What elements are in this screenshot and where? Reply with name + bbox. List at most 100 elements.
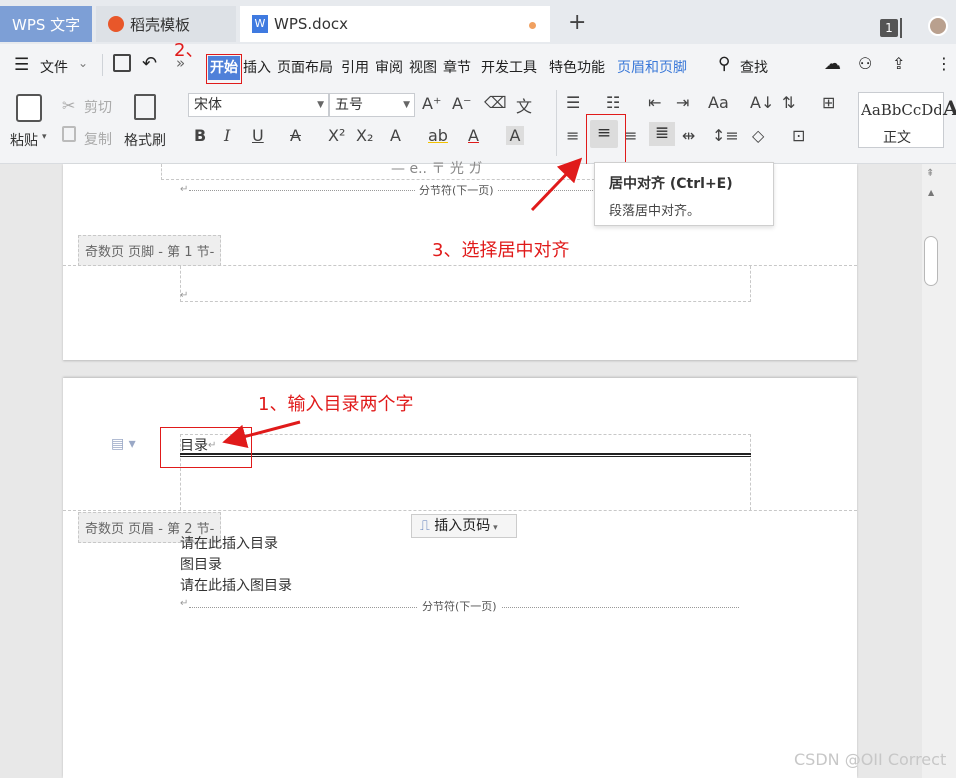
grow-font-icon[interactable]: A⁺	[422, 94, 441, 113]
divider	[556, 90, 557, 156]
format-painter-button[interactable]: 格式刷	[124, 130, 166, 150]
table-grid-icon[interactable]: ⊞	[822, 93, 835, 112]
scroll-up-icon[interactable]: ▲	[928, 188, 934, 197]
menu-search[interactable]: 查找	[740, 57, 768, 77]
doc-outline-icon[interactable]: ▤ ▾	[111, 436, 136, 452]
cloud-sync-icon[interactable]: ☁	[824, 54, 841, 74]
phonetic-guide-icon[interactable]: 文	[516, 93, 532, 117]
search-icon[interactable]: ⚲	[718, 54, 730, 74]
sort-icon[interactable]: A↓	[750, 93, 774, 112]
superscript-icon[interactable]: X²	[328, 126, 345, 145]
tooltip-description: 段落居中对齐。	[609, 204, 701, 219]
add-user-icon[interactable]: ⚇	[858, 54, 872, 73]
window-count-badge[interactable]: 1	[880, 19, 898, 37]
scrollbar-thumb[interactable]	[924, 236, 938, 286]
paragraph-mark-icon: ↵	[180, 184, 189, 195]
decrease-indent-icon[interactable]: ⇤	[648, 93, 661, 112]
header-boundary-line	[63, 510, 857, 511]
menu-review[interactable]: 审阅	[375, 57, 403, 77]
insert-page-number-button[interactable]: ⎍ 插入页码 ▾	[411, 514, 517, 538]
copy-icon[interactable]	[62, 126, 76, 142]
tab-daoke-templates[interactable]: 稻壳模板	[96, 6, 236, 42]
odd-footer-label: 奇数页 页脚 - 第 1 节-	[78, 235, 222, 266]
paste-icon[interactable]	[16, 94, 42, 122]
menu-start[interactable]: 开始	[208, 56, 240, 80]
watermark: CSDN @OII Correct	[794, 750, 947, 769]
new-tab-button[interactable]: +	[568, 10, 586, 35]
char-shading-icon[interactable]: A	[506, 126, 524, 145]
cut-icon[interactable]: ✂	[62, 96, 75, 115]
menu-view[interactable]: 视图	[409, 57, 437, 77]
header-box	[180, 434, 751, 510]
paragraph-spacing-icon[interactable]: ↕≡	[712, 126, 739, 145]
style-heading-preview[interactable]: A	[943, 96, 956, 120]
chevron-down-icon[interactable]: ⌄	[78, 56, 88, 70]
align-right-icon[interactable]: ≡	[624, 126, 637, 145]
shading-icon[interactable]: ◇	[752, 126, 764, 145]
menu-chapter[interactable]: 章节	[443, 57, 471, 77]
paste-chevron-icon[interactable]: ▾	[42, 132, 47, 142]
tooltip-title: 居中对齐 (Ctrl+E)	[609, 176, 733, 192]
strikethrough-icon[interactable]: A	[290, 126, 301, 145]
menu-developer[interactable]: 开发工具	[481, 57, 537, 77]
align-center-tooltip: 居中对齐 (Ctrl+E) 段落居中对齐。	[594, 162, 774, 226]
page-number-icon: ⎍	[420, 518, 435, 534]
menu-insert[interactable]: 插入	[243, 57, 271, 77]
bold-icon[interactable]: B	[194, 126, 206, 145]
menu-file[interactable]: 文件	[40, 57, 68, 77]
chevron-down-icon: ▼	[317, 100, 324, 110]
tab-wps-writer[interactable]: WPS 文字	[0, 6, 92, 42]
bullet-list-icon[interactable]: ☰	[566, 93, 580, 112]
save-icon[interactable]	[113, 54, 131, 72]
font-size-select[interactable]: 五号 ▼	[329, 93, 415, 117]
change-case-icon[interactable]: Aa	[708, 93, 729, 112]
line-spacing-icon[interactable]: ⇅	[782, 93, 795, 112]
body-line-3[interactable]: 请在此插入图目录	[180, 575, 292, 595]
unsaved-dot-icon	[529, 22, 536, 29]
menu-reference[interactable]: 引用	[341, 57, 369, 77]
annotation-step-1: 1、输入目录两个字	[258, 394, 414, 415]
font-color-icon[interactable]: A	[468, 126, 479, 145]
borders-icon[interactable]: ⊡	[792, 126, 805, 145]
daoke-logo-icon	[108, 16, 124, 32]
avatar[interactable]	[928, 16, 948, 36]
font-name-select[interactable]: 宋体 ▼	[188, 93, 329, 117]
shrink-font-icon[interactable]: A⁻	[452, 94, 471, 113]
undo-icon[interactable]: ↶	[142, 53, 157, 74]
subscript-icon[interactable]: X₂	[356, 126, 373, 145]
distributed-align-icon[interactable]: ⇹	[682, 126, 695, 145]
menu-page-layout[interactable]: 页面布局	[277, 57, 333, 77]
highlight-icon[interactable]: ab	[428, 126, 448, 145]
paragraph-mark-icon: ↵	[180, 598, 189, 609]
body-line-2[interactable]: 图目录	[180, 554, 222, 574]
numbered-list-icon[interactable]: ☷	[606, 93, 620, 112]
share-icon[interactable]: ⇪	[892, 54, 905, 73]
scroll-top-icon[interactable]: ⇞	[926, 168, 934, 179]
style-normal-preview[interactable]: AaBbCcDd 正文	[858, 92, 944, 148]
cut-button[interactable]: 剪切	[84, 97, 112, 117]
increase-indent-icon[interactable]: ⇥	[676, 93, 689, 112]
annotation-step-2: 2、	[174, 40, 204, 61]
copy-button[interactable]: 复制	[84, 129, 112, 149]
justify-button[interactable]: ≣	[649, 122, 675, 146]
format-painter-icon[interactable]	[134, 94, 156, 120]
page1-top-text: — e.. 〒 光 ガ	[391, 161, 483, 177]
section-break-label: 分节符(下一页)	[415, 182, 498, 198]
tab-wps-label: WPS 文字	[12, 15, 81, 34]
tab-document[interactable]: W WPS.docx	[240, 6, 550, 42]
menu-special[interactable]: 特色功能	[549, 57, 605, 77]
hamburger-menu-icon[interactable]: ☰	[14, 55, 29, 75]
clear-format-icon[interactable]: ⌫	[484, 93, 507, 112]
align-left-icon[interactable]: ≡	[566, 126, 579, 145]
paragraph-mark-icon: ↵	[180, 290, 189, 301]
menu-header-footer[interactable]: 页眉和页脚	[617, 57, 687, 77]
text-effect-icon[interactable]: A	[390, 126, 401, 145]
body-line-1[interactable]: 请在此插入目录	[180, 533, 278, 553]
italic-icon[interactable]: I	[224, 126, 230, 145]
underline-icon[interactable]: U	[252, 126, 264, 145]
window-list-icon[interactable]	[900, 18, 904, 38]
more-options-icon[interactable]: ⋮	[936, 54, 952, 73]
heading-rule-double	[180, 453, 751, 457]
paste-button[interactable]: 粘贴	[10, 130, 38, 150]
style-name-label: 正文	[883, 130, 911, 146]
